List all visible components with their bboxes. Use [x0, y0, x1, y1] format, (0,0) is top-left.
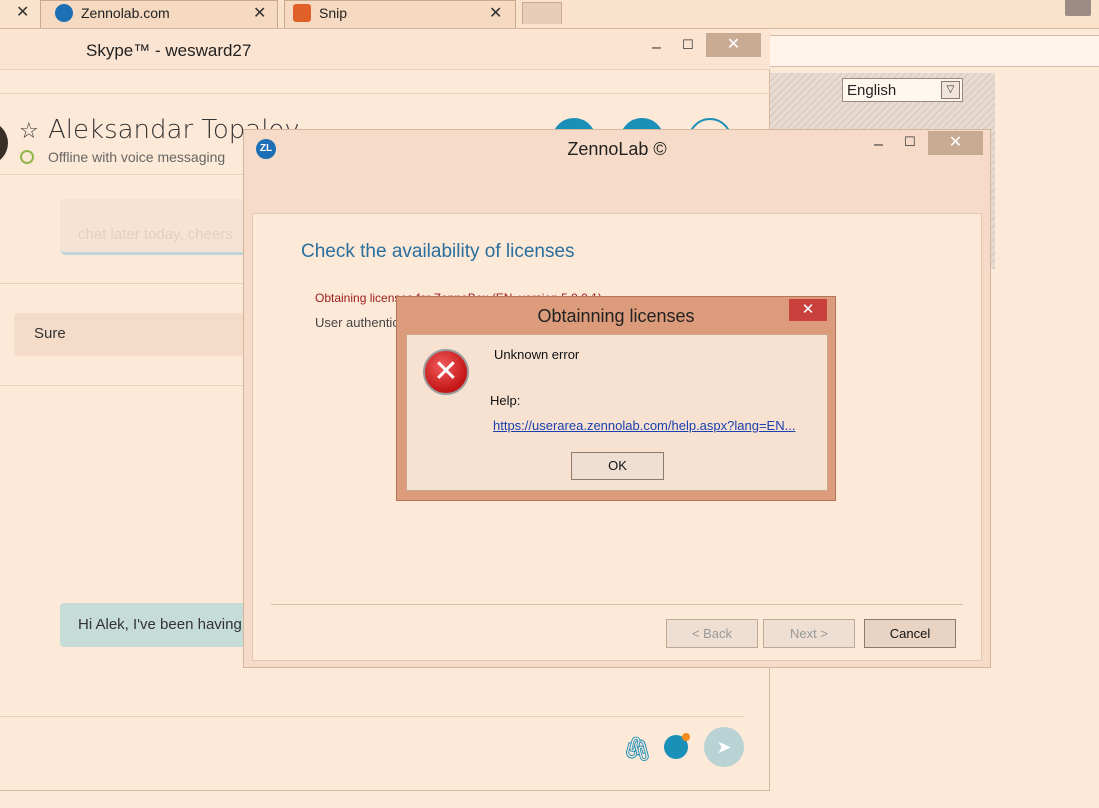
- tab-close-icon[interactable]: ✕: [489, 3, 502, 23]
- dialog-body: ✕ Unknown error Help: https://userarea.z…: [406, 334, 828, 491]
- dialog-title: Obtainning licenses: [537, 306, 695, 326]
- message-text: Hi Alek, I've been having: [78, 616, 242, 633]
- maximize-icon[interactable]: ☐: [904, 134, 916, 150]
- zennolab-favicon-icon: [55, 4, 73, 22]
- browser-tabstrip: ✕ Zennolab.com ✕ Snip ✕: [0, 0, 1099, 29]
- zennolab-titlebar: ZL ZennoLab © – ☐ ✕: [244, 130, 990, 214]
- profile-icon[interactable]: [1065, 0, 1091, 16]
- message-text: Sure: [34, 325, 66, 342]
- message-text: chat later today, cheers: [78, 226, 233, 243]
- skype-window-title: Skype™ - wesward27: [86, 41, 252, 60]
- send-button[interactable]: ➤: [704, 727, 744, 767]
- star-icon[interactable]: ☆: [19, 118, 39, 144]
- minimize-icon[interactable]: –: [874, 136, 883, 154]
- help-link[interactable]: https://userarea.zennolab.com/help.aspx?…: [493, 418, 795, 433]
- chevron-down-icon[interactable]: ▽: [941, 81, 960, 99]
- tab-label: Zennolab.com: [81, 5, 170, 21]
- paperclip-icon[interactable]: 🖇: [622, 735, 652, 764]
- error-dialog: Obtainning licenses ✕ ✕ Unknown error He…: [396, 296, 836, 501]
- minimize-icon[interactable]: –: [652, 39, 661, 57]
- message-bubble: Sure: [14, 313, 254, 356]
- back-button[interactable]: < Back: [666, 619, 758, 648]
- tab-zennolab[interactable]: Zennolab.com ✕: [40, 0, 278, 28]
- snip-favicon-icon: [293, 4, 311, 22]
- close-icon[interactable]: ✕: [928, 131, 983, 155]
- status-icon: [20, 150, 34, 164]
- ok-button[interactable]: OK: [571, 452, 664, 480]
- message-bubble: chat later today, cheers: [60, 199, 250, 255]
- address-bar[interactable]: [770, 35, 1099, 67]
- close-icon[interactable]: ✕: [706, 33, 761, 57]
- language-select-value: English: [847, 82, 897, 99]
- contact-status: Offline with voice messaging: [48, 149, 226, 165]
- tab-close-icon[interactable]: ✕: [253, 3, 266, 23]
- language-select[interactable]: English ▽: [842, 78, 963, 102]
- divider: [0, 93, 770, 94]
- maximize-icon[interactable]: ☐: [682, 37, 694, 53]
- help-label: Help:: [490, 393, 521, 408]
- divider: [271, 604, 963, 605]
- new-tab-button[interactable]: [522, 2, 562, 24]
- close-icon[interactable]: ✕: [789, 299, 827, 321]
- error-message: Unknown error: [494, 347, 580, 362]
- skype-titlebar: Skype™ - wesward27 – ☐ ✕: [0, 29, 770, 70]
- message-bubble: Hi Alek, I've been having: [60, 603, 260, 647]
- page-title: Check the availability of licenses: [301, 241, 575, 262]
- avatar[interactable]: [0, 121, 8, 165]
- tab-close-icon[interactable]: ✕: [16, 2, 29, 22]
- error-icon: ✕: [423, 349, 469, 395]
- tab-snip[interactable]: Snip ✕: [284, 0, 516, 28]
- tab-label: Snip: [319, 5, 348, 21]
- emoticon-icon[interactable]: [664, 733, 690, 759]
- cancel-button[interactable]: Cancel: [864, 619, 956, 648]
- next-button[interactable]: Next >: [763, 619, 855, 648]
- message-input-divider: [0, 716, 745, 717]
